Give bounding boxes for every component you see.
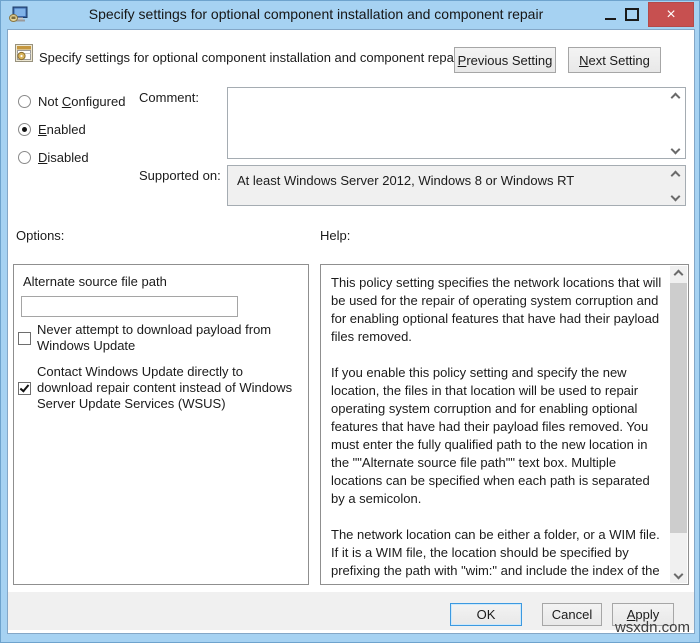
- options-label: Options:: [16, 228, 65, 243]
- checkbox-box: [18, 331, 31, 345]
- dialog-window: Specify settings for optional component …: [0, 0, 700, 643]
- minimize-button[interactable]: [599, 5, 621, 25]
- options-panel: Alternate source file path Never attempt…: [13, 264, 309, 585]
- comment-label: Comment:: [139, 90, 199, 105]
- chevron-up-icon: [670, 92, 680, 102]
- previous-setting-button[interactable]: Previous Setting: [454, 47, 556, 73]
- window-title: Specify settings for optional component …: [88, 6, 544, 22]
- chevron-up-icon: [670, 170, 680, 180]
- alternate-source-path-label: Alternate source file path: [23, 274, 167, 289]
- radio-indicator: [18, 122, 31, 136]
- dialog-content: Specify settings for optional component …: [7, 29, 695, 634]
- radio-not-configured[interactable]: Not Configured: [18, 93, 125, 109]
- scrollbar-thumb[interactable]: [670, 283, 687, 533]
- supported-on-box: At least Windows Server 2012, Windows 8 …: [227, 165, 686, 206]
- policy-setting-icon: [15, 44, 33, 62]
- help-text: This policy setting specifies the networ…: [322, 266, 670, 583]
- radio-label: Enabled: [38, 121, 86, 137]
- titlebar[interactable]: Specify settings for optional component …: [1, 1, 699, 29]
- help-paragraph: If you enable this policy setting and sp…: [331, 365, 650, 506]
- checkbox-contact-windows-update[interactable]: Contact Windows Update directly to downl…: [18, 364, 293, 412]
- scrollbar-down-button[interactable]: [670, 566, 687, 583]
- radio-label: Not Configured: [38, 93, 126, 109]
- chevron-down-icon: [670, 191, 680, 201]
- checkbox-never-download-payload[interactable]: Never attempt to download payload from W…: [18, 322, 293, 354]
- ok-button[interactable]: OK: [450, 603, 522, 626]
- close-button[interactable]: ×: [648, 2, 694, 27]
- app-computer-icon: [9, 6, 28, 22]
- supported-on-value: At least Windows Server 2012, Windows 8 …: [237, 173, 575, 188]
- checkbox-box: [18, 381, 31, 395]
- chevron-up-icon: [673, 269, 684, 280]
- radio-enabled[interactable]: Enabled: [18, 121, 86, 137]
- supported-on-label: Supported on:: [139, 168, 221, 183]
- scroll-down-button[interactable]: [669, 191, 681, 201]
- next-setting-button[interactable]: Next Setting: [568, 47, 661, 73]
- watermark: wsxdn.com: [614, 619, 690, 636]
- chevron-down-icon: [673, 569, 684, 580]
- radio-label: Disabled: [38, 149, 89, 165]
- checkbox-label: Contact Windows Update directly to downl…: [37, 364, 293, 411]
- help-paragraph: This policy setting specifies the networ…: [331, 275, 662, 344]
- close-icon: ×: [666, 6, 676, 23]
- help-scrollbar[interactable]: [670, 266, 687, 583]
- cancel-button[interactable]: Cancel: [542, 603, 602, 626]
- radio-disabled[interactable]: Disabled: [18, 149, 89, 165]
- maximize-icon: [625, 8, 639, 21]
- checkbox-label: Never attempt to download payload from W…: [37, 322, 272, 353]
- radio-indicator: [18, 94, 31, 108]
- maximize-button[interactable]: [622, 5, 644, 25]
- scroll-down-button[interactable]: [669, 144, 681, 154]
- alternate-source-path-input[interactable]: [21, 296, 238, 317]
- setting-title: Specify settings for optional component …: [39, 50, 462, 65]
- scroll-up-button[interactable]: [669, 92, 681, 102]
- check-icon: [19, 381, 30, 393]
- comment-textarea[interactable]: [229, 89, 667, 157]
- scroll-up-button[interactable]: [669, 170, 681, 180]
- scrollbar-up-button[interactable]: [670, 266, 687, 283]
- radio-indicator: [18, 150, 31, 164]
- minimize-icon: [605, 18, 616, 20]
- help-paragraph: The network location can be either a fol…: [331, 527, 660, 583]
- help-label: Help:: [320, 228, 351, 243]
- comment-box: [227, 87, 686, 159]
- help-panel: This policy setting specifies the networ…: [320, 264, 689, 585]
- chevron-down-icon: [670, 144, 680, 154]
